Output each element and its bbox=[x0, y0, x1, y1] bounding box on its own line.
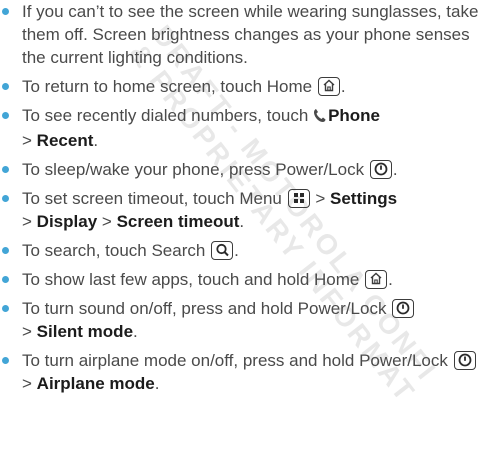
tip-text: To return to home screen, touch Home bbox=[22, 77, 313, 96]
bullet-icon bbox=[2, 357, 9, 364]
bullet-icon bbox=[2, 276, 9, 283]
menu-separator: > bbox=[22, 374, 32, 393]
tip-text: To set screen timeout, touch Menu bbox=[22, 189, 282, 208]
menu-path-display: Display bbox=[36, 212, 98, 231]
bullet-icon bbox=[2, 195, 9, 202]
tip-text: If you can’t to see the screen while wea… bbox=[22, 2, 479, 67]
tip-text: To search, touch Search bbox=[22, 241, 206, 260]
tip-text: To see recently dialed numbers, touch bbox=[22, 106, 309, 125]
bullet-icon bbox=[2, 8, 9, 15]
tip-sunglasses: If you can’t to see the screen while wea… bbox=[0, 0, 487, 69]
tip-screen-timeout: To set screen timeout, touch Menu > Sett… bbox=[0, 187, 487, 233]
document-page: DRAFT - MOTOROLA CONFI & PROPRIETARY INF… bbox=[0, 0, 487, 447]
home-key-icon bbox=[317, 77, 340, 96]
bullet-icon bbox=[2, 112, 9, 119]
bullet-icon bbox=[2, 305, 9, 312]
menu-separator: > bbox=[22, 212, 32, 231]
bullet-icon bbox=[2, 247, 9, 254]
power-lock-key-icon bbox=[392, 299, 415, 318]
menu-path-silent-mode: Silent mode bbox=[36, 322, 134, 341]
tip-search: To search, touch Search . bbox=[0, 239, 487, 262]
tip-text: To turn airplane mode on/off, press and … bbox=[22, 351, 448, 370]
search-key-icon bbox=[211, 241, 234, 260]
tip-text: To show last few apps, touch and hold Ho… bbox=[22, 270, 360, 289]
tip-text: To sleep/wake your phone, press Power/Lo… bbox=[22, 160, 365, 179]
menu-separator: > bbox=[22, 131, 32, 150]
menu-path-settings: Settings bbox=[330, 189, 398, 208]
tip-silent-mode: To turn sound on/off, press and hold Pow… bbox=[0, 297, 487, 343]
tip-end: . bbox=[392, 160, 398, 179]
tip-sleep-wake: To sleep/wake your phone, press Power/Lo… bbox=[0, 158, 487, 181]
menu-key-icon bbox=[287, 189, 310, 208]
power-lock-key-icon bbox=[369, 160, 392, 179]
tip-end: . bbox=[239, 212, 245, 231]
tip-recent-apps: To show last few apps, touch and hold Ho… bbox=[0, 268, 487, 291]
bullet-icon bbox=[2, 83, 9, 90]
home-key-icon bbox=[365, 270, 388, 289]
menu-path-airplane-mode: Airplane mode bbox=[36, 374, 155, 393]
tip-airplane-mode: To turn airplane mode on/off, press and … bbox=[0, 349, 487, 395]
power-lock-key-icon bbox=[453, 351, 476, 370]
tip-recent-calls: To see recently dialed numbers, touch Ph… bbox=[0, 104, 487, 152]
menu-separator: > bbox=[22, 322, 32, 341]
tip-text: To turn sound on/off, press and hold Pow… bbox=[22, 299, 387, 318]
tip-home-screen: To return to home screen, touch Home . bbox=[0, 75, 487, 98]
tip-end: . bbox=[154, 374, 160, 393]
menu-separator: > bbox=[101, 212, 112, 231]
tip-end: . bbox=[388, 270, 393, 289]
bullet-icon bbox=[2, 166, 9, 173]
phone-handset-icon bbox=[313, 106, 326, 129]
menu-path-recent: Recent bbox=[36, 131, 94, 150]
tip-end: . bbox=[93, 131, 99, 150]
menu-separator: > bbox=[315, 189, 326, 208]
tip-end: . bbox=[133, 322, 138, 341]
menu-path-screen-timeout: Screen timeout bbox=[116, 212, 240, 231]
tip-end: . bbox=[340, 77, 346, 96]
tips-list: If you can’t to see the screen while wea… bbox=[0, 0, 487, 401]
tip-end: . bbox=[234, 241, 239, 260]
menu-path-phone: Phone bbox=[328, 106, 381, 125]
